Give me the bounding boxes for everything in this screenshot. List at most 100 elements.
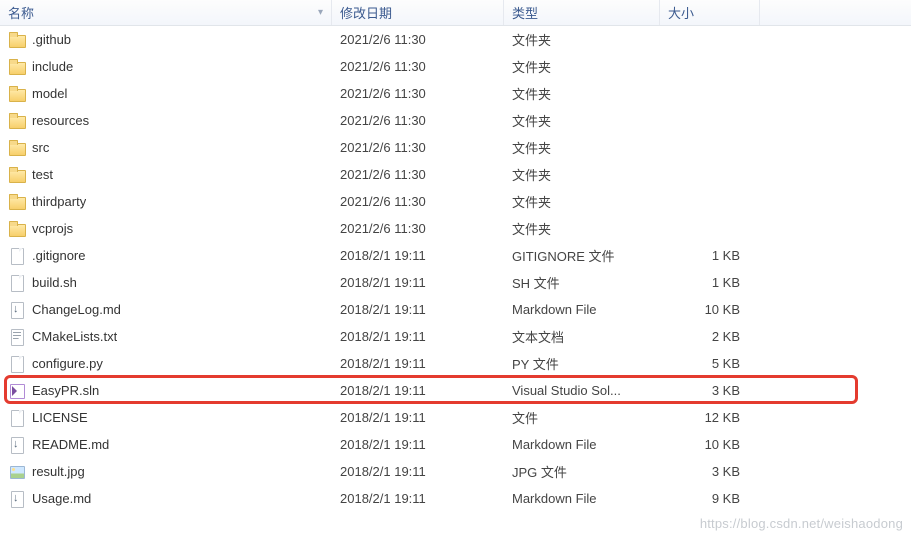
- cell-size: 3 KB: [660, 383, 760, 398]
- cell-type: PY 文件: [504, 354, 660, 373]
- cell-date: 2018/2/1 19:11: [332, 383, 504, 398]
- cell-name: test: [0, 166, 332, 184]
- column-header-row: 名称 ▾ 修改日期 类型 大小: [0, 0, 911, 26]
- sln-icon: [8, 382, 26, 400]
- folder-icon: [8, 58, 26, 76]
- cell-type: 文件夹: [504, 192, 660, 211]
- file-row[interactable]: ChangeLog.md2018/2/1 19:11Markdown File1…: [0, 296, 911, 323]
- cell-size: 1 KB: [660, 248, 760, 263]
- file-name: .gitignore: [32, 248, 85, 263]
- cell-date: 2018/2/1 19:11: [332, 356, 504, 371]
- column-header-size[interactable]: 大小: [660, 0, 760, 25]
- file-name: LICENSE: [32, 410, 88, 425]
- cell-type: 文件夹: [504, 219, 660, 238]
- file-name: src: [32, 140, 49, 155]
- cell-date: 2021/2/6 11:30: [332, 32, 504, 47]
- cell-type: GITIGNORE 文件: [504, 246, 660, 265]
- file-name: .github: [32, 32, 71, 47]
- column-header-type[interactable]: 类型: [504, 0, 660, 25]
- cell-date: 2021/2/6 11:30: [332, 86, 504, 101]
- cell-type: 文件夹: [504, 111, 660, 130]
- file-row[interactable]: src 2021/2/6 11:30文件夹: [0, 134, 911, 161]
- column-header-name[interactable]: 名称 ▾: [0, 0, 332, 25]
- cell-date: 2021/2/6 11:30: [332, 167, 504, 182]
- file-row[interactable]: README.md2018/2/1 19:11Markdown File10 K…: [0, 431, 911, 458]
- folder-icon: [8, 112, 26, 130]
- cell-date: 2021/2/6 11:30: [332, 140, 504, 155]
- cell-name: src: [0, 139, 332, 157]
- cell-date: 2021/2/6 11:30: [332, 221, 504, 236]
- file-row[interactable]: thirdparty2021/2/6 11:30文件夹: [0, 188, 911, 215]
- cell-name: .gitignore: [0, 247, 332, 265]
- cell-type: 文件: [504, 408, 660, 427]
- file-row[interactable]: Usage.md2018/2/1 19:11Markdown File9 KB: [0, 485, 911, 512]
- file-row[interactable]: .gitignore2018/2/1 19:11GITIGNORE 文件1 KB: [0, 242, 911, 269]
- column-header-label: 名称: [8, 3, 34, 22]
- column-header-label: 大小: [668, 3, 694, 22]
- md-icon: [8, 301, 26, 319]
- file-icon: [8, 355, 26, 373]
- cell-name: LICENSE: [0, 409, 332, 427]
- file-row[interactable]: include2021/2/6 11:30文件夹: [0, 53, 911, 80]
- file-icon: [8, 274, 26, 292]
- column-header-label: 类型: [512, 3, 538, 22]
- cell-date: 2018/2/1 19:11: [332, 410, 504, 425]
- file-row[interactable]: vcprojs2021/2/6 11:30文件夹: [0, 215, 911, 242]
- watermark: https://blog.csdn.net/weishaodong: [700, 516, 903, 531]
- md-icon: [8, 490, 26, 508]
- cell-date: 2018/2/1 19:11: [332, 302, 504, 317]
- file-name: result.jpg: [32, 464, 85, 479]
- cell-name: build.sh: [0, 274, 332, 292]
- cell-date: 2018/2/1 19:11: [332, 275, 504, 290]
- file-name: EasyPR.sln: [32, 383, 99, 398]
- cell-date: 2018/2/1 19:11: [332, 464, 504, 479]
- folder-icon: [8, 166, 26, 184]
- cell-date: 2018/2/1 19:11: [332, 329, 504, 344]
- folder-icon: [8, 31, 26, 49]
- file-row[interactable]: CMakeLists.txt2018/2/1 19:11文本文档2 KB: [0, 323, 911, 350]
- cell-size: 10 KB: [660, 437, 760, 452]
- cell-name: EasyPR.sln: [0, 382, 332, 400]
- cell-type: Markdown File: [504, 491, 660, 506]
- cell-size: 1 KB: [660, 275, 760, 290]
- cell-size: 2 KB: [660, 329, 760, 344]
- cell-date: 2021/2/6 11:30: [332, 113, 504, 128]
- md-icon: [8, 436, 26, 454]
- cell-size: 5 KB: [660, 356, 760, 371]
- cell-type: 文件夹: [504, 165, 660, 184]
- txt-icon: [8, 328, 26, 346]
- cell-name: README.md: [0, 436, 332, 454]
- img-icon: [8, 463, 26, 481]
- file-row[interactable]: EasyPR.sln2018/2/1 19:11Visual Studio So…: [0, 377, 911, 404]
- cell-type: SH 文件: [504, 273, 660, 292]
- file-name: test: [32, 167, 53, 182]
- folder-icon: [8, 220, 26, 238]
- file-name: resources: [32, 113, 89, 128]
- cell-size: 3 KB: [660, 464, 760, 479]
- cell-date: 2018/2/1 19:11: [332, 437, 504, 452]
- file-row[interactable]: resources 2021/2/6 11:30文件夹: [0, 107, 911, 134]
- column-header-label: 修改日期: [340, 3, 392, 22]
- file-row[interactable]: model 2021/2/6 11:30文件夹: [0, 80, 911, 107]
- file-row[interactable]: LICENSE 2018/2/1 19:11文件12 KB: [0, 404, 911, 431]
- file-icon: [8, 409, 26, 427]
- cell-name: Usage.md: [0, 490, 332, 508]
- cell-name: configure.py: [0, 355, 332, 373]
- file-row[interactable]: result.jpg2018/2/1 19:11JPG 文件3 KB: [0, 458, 911, 485]
- cell-name: ChangeLog.md: [0, 301, 332, 319]
- file-name: model: [32, 86, 67, 101]
- cell-size: 10 KB: [660, 302, 760, 317]
- cell-type: 文件夹: [504, 84, 660, 103]
- cell-name: include: [0, 58, 332, 76]
- cell-size: 12 KB: [660, 410, 760, 425]
- file-name: configure.py: [32, 356, 103, 371]
- file-row[interactable]: test 2021/2/6 11:30文件夹: [0, 161, 911, 188]
- file-name: CMakeLists.txt: [32, 329, 117, 344]
- cell-type: 文件夹: [504, 138, 660, 157]
- file-row[interactable]: .github2021/2/6 11:30文件夹: [0, 26, 911, 53]
- file-name: Usage.md: [32, 491, 91, 506]
- file-name: README.md: [32, 437, 109, 452]
- column-header-date[interactable]: 修改日期: [332, 0, 504, 25]
- file-row[interactable]: build.sh2018/2/1 19:11SH 文件1 KB: [0, 269, 911, 296]
- file-row[interactable]: configure.py 2018/2/1 19:11PY 文件5 KB: [0, 350, 911, 377]
